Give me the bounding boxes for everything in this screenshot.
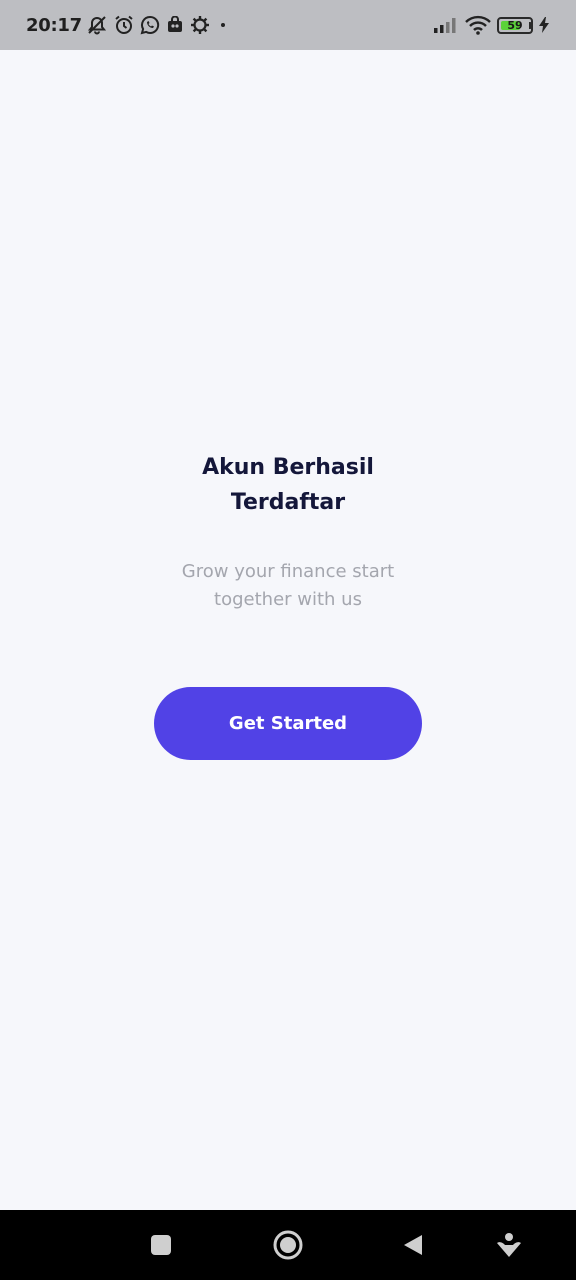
gear-icon (190, 15, 210, 35)
back-triangle-icon (404, 1235, 422, 1255)
whatsapp-icon (140, 15, 160, 35)
status-time: 20:17 (26, 14, 82, 36)
status-icons-right: 59 (433, 15, 550, 35)
page-title: Akun Berhasil Terdaftar (0, 450, 576, 520)
subtitle-line-1: Grow your finance start (181, 561, 395, 582)
dot-icon (216, 18, 230, 32)
get-started-button[interactable]: Get Started (154, 687, 422, 760)
person-down-icon (497, 1233, 521, 1257)
mute-icon (86, 15, 108, 35)
page-subtitle: Grow your finance start together with us (0, 558, 576, 614)
signal-icon (433, 16, 459, 34)
bag-icon (166, 16, 184, 34)
main-content: Akun Berhasil Terdaftar Grow your financ… (0, 50, 576, 1210)
title-line-1: Akun Berhasil (202, 455, 374, 480)
alarm-icon (114, 15, 134, 35)
wifi-icon (465, 15, 491, 35)
title-line-2: Terdaftar (230, 490, 346, 515)
battery-body: 59 (497, 16, 533, 34)
status-bar: 20:17 59 (0, 0, 576, 50)
recents-button[interactable] (136, 1210, 186, 1280)
menu-button[interactable] (486, 1210, 532, 1280)
status-icons-left (86, 15, 230, 35)
home-button[interactable] (262, 1210, 314, 1280)
subtitle-line-2: together with us (214, 589, 362, 610)
battery-icon: 59 (497, 16, 533, 34)
square-icon (151, 1235, 171, 1255)
charging-icon (538, 16, 550, 34)
battery-level: 59 (507, 18, 523, 32)
circle-icon (273, 1230, 303, 1260)
back-button[interactable] (390, 1210, 436, 1280)
navigation-bar (0, 1210, 576, 1280)
